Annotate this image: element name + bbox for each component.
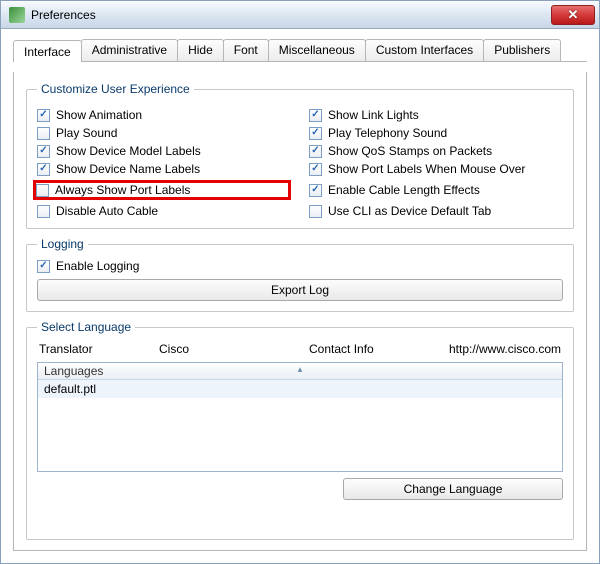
option-show-device-model-labels[interactable]: Show Device Model Labels (37, 144, 291, 158)
app-icon (9, 7, 25, 23)
option-play-sound[interactable]: Play Sound (37, 126, 291, 140)
checkbox[interactable] (309, 145, 322, 158)
tab-miscellaneous[interactable]: Miscellaneous (268, 39, 366, 61)
option-always-show-port-labels[interactable]: Always Show Port Labels (33, 180, 291, 200)
preferences-window: Preferences ✕ Interface Administrative H… (0, 0, 600, 564)
option-label: Show Link Lights (328, 108, 419, 122)
option-label: Always Show Port Labels (55, 183, 190, 197)
checkbox[interactable] (309, 109, 322, 122)
option-show-link-lights[interactable]: Show Link Lights (309, 108, 563, 122)
checkbox[interactable] (36, 184, 49, 197)
tabstrip: Interface Administrative Hide Font Misce… (13, 39, 587, 62)
option-label: Show Device Model Labels (56, 144, 201, 158)
export-log-button[interactable]: Export Log (37, 279, 563, 301)
option-enable-logging[interactable]: Enable Logging (37, 259, 563, 273)
group-title-ux: Customize User Experience (37, 82, 194, 96)
tab-custom-interfaces[interactable]: Custom Interfaces (365, 39, 484, 61)
option-enable-cable-length-effects[interactable]: Enable Cable Length Effects (309, 180, 563, 200)
checkbox[interactable] (37, 260, 50, 273)
option-label: Show Port Labels When Mouse Over (328, 162, 525, 176)
option-show-qos-stamps[interactable]: Show QoS Stamps on Packets (309, 144, 563, 158)
checkbox[interactable] (309, 163, 322, 176)
tab-hide[interactable]: Hide (177, 39, 224, 61)
close-button[interactable]: ✕ (551, 5, 595, 25)
group-logging: Logging Enable Logging Export Log (26, 237, 574, 312)
checkbox[interactable] (37, 205, 50, 218)
option-label: Show Device Name Labels (56, 162, 200, 176)
header-contact: Contact Info (309, 342, 449, 356)
language-list[interactable]: Languages ▴ default.ptl (37, 362, 563, 472)
language-list-header[interactable]: Languages ▴ (38, 363, 562, 380)
group-select-language: Select Language Translator Cisco Contact… (26, 320, 574, 540)
checkbox[interactable] (309, 205, 322, 218)
language-headers: Translator Cisco Contact Info http://www… (37, 342, 563, 356)
tabpage-interface: Customize User Experience Show Animation… (13, 72, 587, 551)
checkbox[interactable] (37, 127, 50, 140)
checkbox[interactable] (309, 184, 322, 197)
header-translator-value: Cisco (159, 342, 309, 356)
checkbox[interactable] (37, 109, 50, 122)
option-label: Enable Logging (56, 259, 139, 273)
option-label: Enable Cable Length Effects (328, 183, 480, 197)
checkbox[interactable] (37, 145, 50, 158)
tab-publishers[interactable]: Publishers (483, 39, 561, 61)
option-label: Disable Auto Cable (56, 204, 158, 218)
window-title: Preferences (31, 8, 96, 22)
checkbox[interactable] (37, 163, 50, 176)
checkbox[interactable] (309, 127, 322, 140)
language-list-header-label: Languages (44, 364, 103, 378)
tab-font[interactable]: Font (223, 39, 269, 61)
option-label: Play Sound (56, 126, 117, 140)
language-item[interactable]: default.ptl (38, 380, 562, 399)
tab-administrative[interactable]: Administrative (81, 39, 178, 61)
option-label: Show Animation (56, 108, 142, 122)
change-language-button[interactable]: Change Language (343, 478, 563, 500)
titlebar: Preferences ✕ (1, 1, 599, 29)
option-disable-auto-cable[interactable]: Disable Auto Cable (37, 204, 291, 218)
option-play-telephony-sound[interactable]: Play Telephony Sound (309, 126, 563, 140)
option-label: Use CLI as Device Default Tab (328, 204, 491, 218)
close-icon: ✕ (568, 7, 579, 23)
option-label: Play Telephony Sound (328, 126, 447, 140)
sort-asc-icon: ▴ (298, 364, 303, 375)
header-translator: Translator (39, 342, 159, 356)
option-show-port-labels-mouse-over[interactable]: Show Port Labels When Mouse Over (309, 162, 563, 176)
option-label: Show QoS Stamps on Packets (328, 144, 492, 158)
group-title-language: Select Language (37, 320, 135, 334)
header-contact-value: http://www.cisco.com (449, 342, 561, 356)
option-show-animation[interactable]: Show Animation (37, 108, 291, 122)
option-use-cli-default-tab[interactable]: Use CLI as Device Default Tab (309, 204, 563, 218)
option-show-device-name-labels[interactable]: Show Device Name Labels (37, 162, 291, 176)
group-title-logging: Logging (37, 237, 88, 251)
tab-interface[interactable]: Interface (13, 40, 82, 62)
group-customize-user-experience: Customize User Experience Show Animation… (26, 82, 574, 229)
